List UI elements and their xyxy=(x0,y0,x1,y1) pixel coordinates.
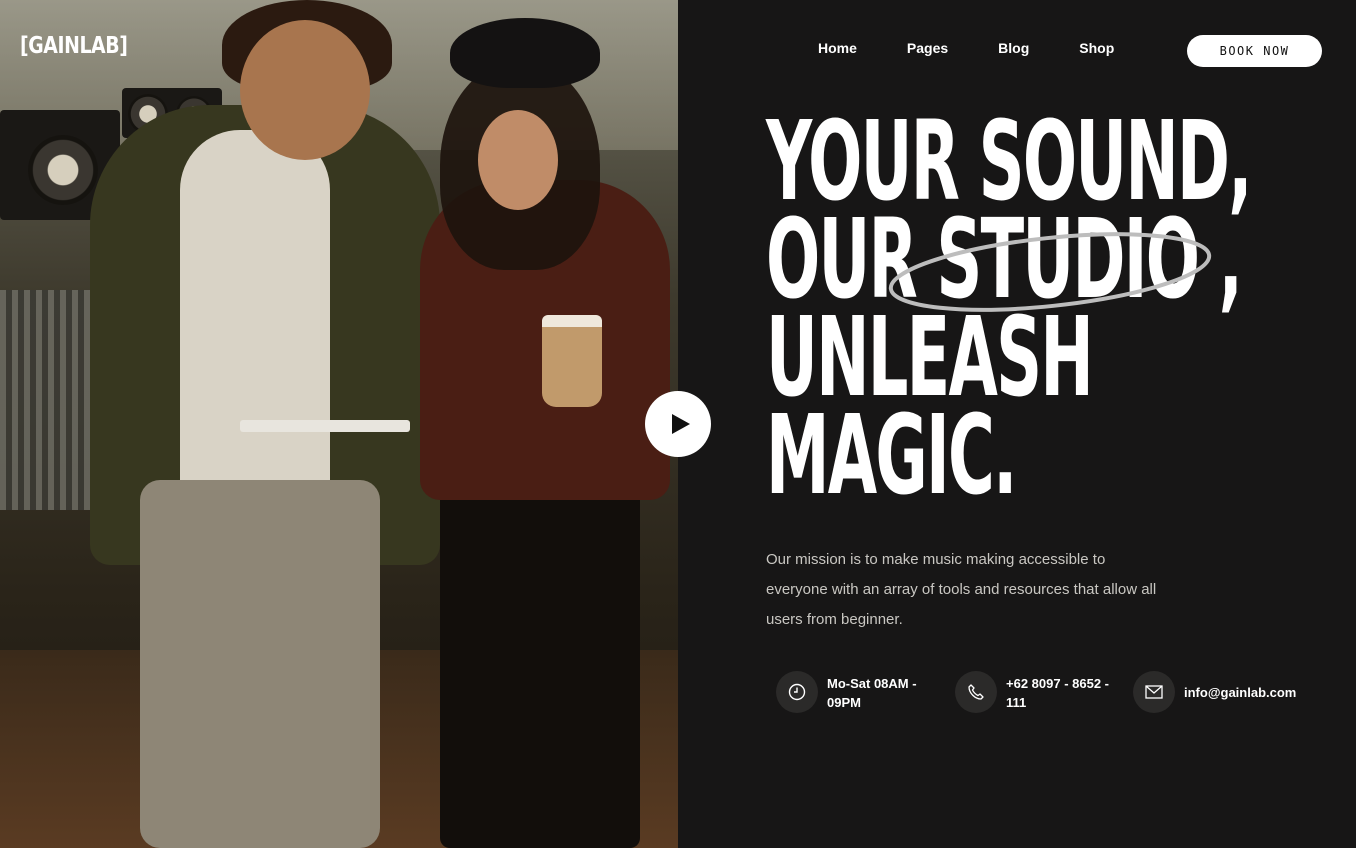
play-icon xyxy=(671,414,690,434)
mission-text: Our mission is to make music making acce… xyxy=(766,551,1157,628)
hero-headline: YOUR SOUND, OUR STUDIO , UNLEASH MAGIC. xyxy=(766,106,1252,510)
coffee-cup xyxy=(542,315,602,407)
main-nav: Home Pages Blog Shop xyxy=(818,40,1164,56)
contact-phone-text[interactable]: +62 8097 - 8652 - 111 xyxy=(1006,674,1116,712)
book-now-button[interactable]: BOOK NOW xyxy=(1187,35,1322,67)
nav-shop[interactable]: Shop xyxy=(1079,40,1114,56)
woman-hat xyxy=(450,18,600,88)
hero-photo xyxy=(0,0,678,848)
phone-icon xyxy=(955,671,997,713)
site-logo[interactable]: [GAINLAB] xyxy=(20,33,128,59)
nav-pages[interactable]: Pages xyxy=(907,40,948,56)
contact-email-text[interactable]: info@gainlab.com xyxy=(1184,683,1314,702)
play-video-button[interactable] xyxy=(645,391,711,457)
woman-face xyxy=(478,110,558,210)
nav-home[interactable]: Home xyxy=(818,40,857,56)
nav-blog[interactable]: Blog xyxy=(998,40,1029,56)
man-head xyxy=(240,20,370,160)
speaker-cone xyxy=(28,135,98,205)
man-pants xyxy=(140,480,380,848)
contact-phone: +62 8097 - 8652 - 111 xyxy=(955,671,1116,713)
clock-icon xyxy=(776,671,818,713)
tablet xyxy=(240,420,410,432)
contact-email: info@gainlab.com xyxy=(1133,671,1314,713)
contact-hours: Mo-Sat 08AM - 09PM xyxy=(776,671,937,713)
man-shirt xyxy=(180,130,330,490)
contact-hours-text: Mo-Sat 08AM - 09PM xyxy=(827,676,917,710)
mail-icon xyxy=(1133,671,1175,713)
woman-legs xyxy=(440,490,640,848)
